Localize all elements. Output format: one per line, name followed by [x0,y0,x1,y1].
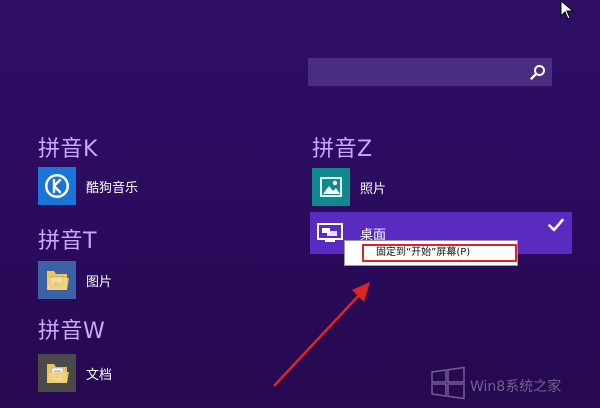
pin-to-start-menu-item[interactable]: 固定到“开始”屏幕(P) [362,244,517,262]
app-label: 酷狗音乐 [86,180,139,196]
search-box[interactable] [308,58,552,86]
group-header-t[interactable]: 拼音T [38,229,97,255]
app-label: 照片 [360,181,387,197]
mouse-cursor-icon [560,0,575,20]
photos-icon [312,168,350,206]
red-arrow-annotation [273,282,370,387]
watermark-text: Win8系统之家 [470,379,562,395]
app-label: 图片 [86,274,113,290]
app-label: 文档 [86,367,113,383]
kugou-music-icon [38,167,76,205]
group-header-k[interactable]: 拼音K [38,137,98,163]
search-input[interactable] [308,58,522,86]
context-menu: 固定到“开始”屏幕(P) [344,240,518,266]
pictures-folder-icon [38,261,76,299]
app-tile-kugou[interactable]: 酷狗音乐 [38,167,138,205]
app-tile-pictures[interactable]: 图片 [38,261,112,299]
group-header-w[interactable]: 拼音W [38,319,105,345]
app-tile-documents[interactable]: 文档 [38,354,112,392]
checkmark-icon [548,218,564,232]
windows-logo-icon [431,366,465,400]
app-tile-photos[interactable]: 照片 [312,168,386,206]
start-screen-apps-view: 拼音K 酷狗音乐 拼音T 图片 拼音W 文档 拼音Z 照片 桌面 固定到“开始”… [0,0,600,408]
group-header-z[interactable]: 拼音Z [312,137,373,163]
search-icon[interactable] [530,64,546,80]
documents-folder-icon [38,354,76,392]
watermark: Win8系统之家 [430,366,594,402]
